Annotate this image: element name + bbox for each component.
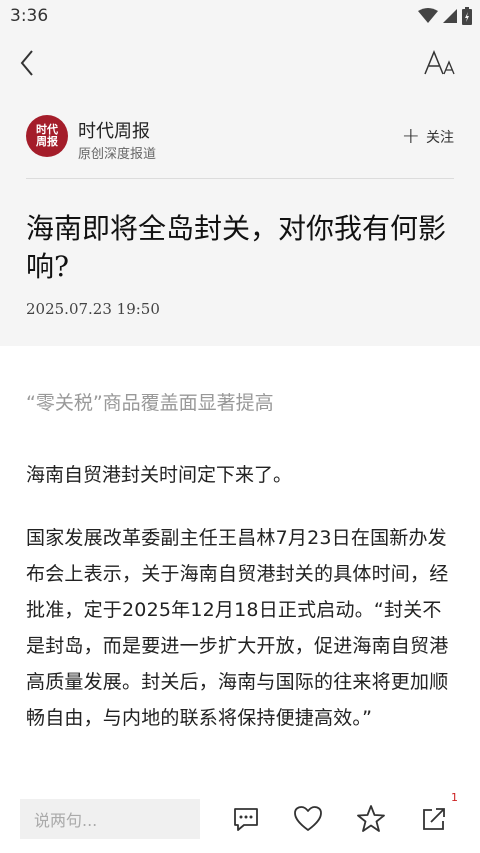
status-bar: 3:36 <box>0 0 480 32</box>
bottom-action-bar: 说两句... 1 <box>0 791 480 853</box>
status-icons <box>418 7 472 25</box>
heart-icon <box>294 806 322 831</box>
plus-icon: + <box>401 124 420 149</box>
star-icon <box>357 805 385 832</box>
wifi-icon <box>418 8 438 23</box>
avatar-text-line2: 周报 <box>36 135 58 148</box>
font-size-button[interactable] <box>420 46 460 80</box>
back-button[interactable] <box>12 46 42 80</box>
paragraph: 国家发展改革委副主任王昌林7月23日在国新办发布会上表示，关于海南自贸港封关的具… <box>26 527 449 729</box>
comment-button[interactable] <box>228 801 264 837</box>
favorite-button[interactable] <box>353 801 389 837</box>
article-date: 2025.07.23 19:50 <box>26 300 160 318</box>
author-description: 原创深度报道 <box>78 147 157 162</box>
article-title: 海南即将全岛封关，对你我有何影响? <box>26 212 447 283</box>
author-name[interactable]: 时代周报 <box>78 117 150 143</box>
comment-icon <box>234 808 258 831</box>
share-button[interactable]: 1 <box>416 791 458 837</box>
top-bar <box>0 32 480 92</box>
like-button[interactable] <box>290 801 326 837</box>
article-subtitle: “零关税”商品覆盖面显著提高 <box>26 392 274 414</box>
comment-input[interactable]: 说两句... <box>20 799 200 839</box>
author-info: 时代 周报 时代周报 原创深度报道 + 关注 <box>26 115 454 179</box>
article-header: 时代 周报 时代周报 原创深度报道 + 关注 海南即将全岛封关，对你我有何影响?… <box>0 32 480 346</box>
share-icon <box>423 808 445 830</box>
font-size-icon <box>424 50 455 75</box>
status-time: 3:36 <box>10 6 49 26</box>
follow-label: 关注 <box>426 130 454 146</box>
chevron-left-icon <box>20 50 33 76</box>
paragraph: 海南自贸港封关时间定下来了。 <box>26 464 293 486</box>
share-count-badge: 1 <box>451 791 458 804</box>
follow-button[interactable]: + 关注 <box>401 124 454 149</box>
signal-icon <box>443 9 457 23</box>
author-avatar[interactable]: 时代 周报 <box>26 115 68 157</box>
battery-icon <box>462 7 472 25</box>
